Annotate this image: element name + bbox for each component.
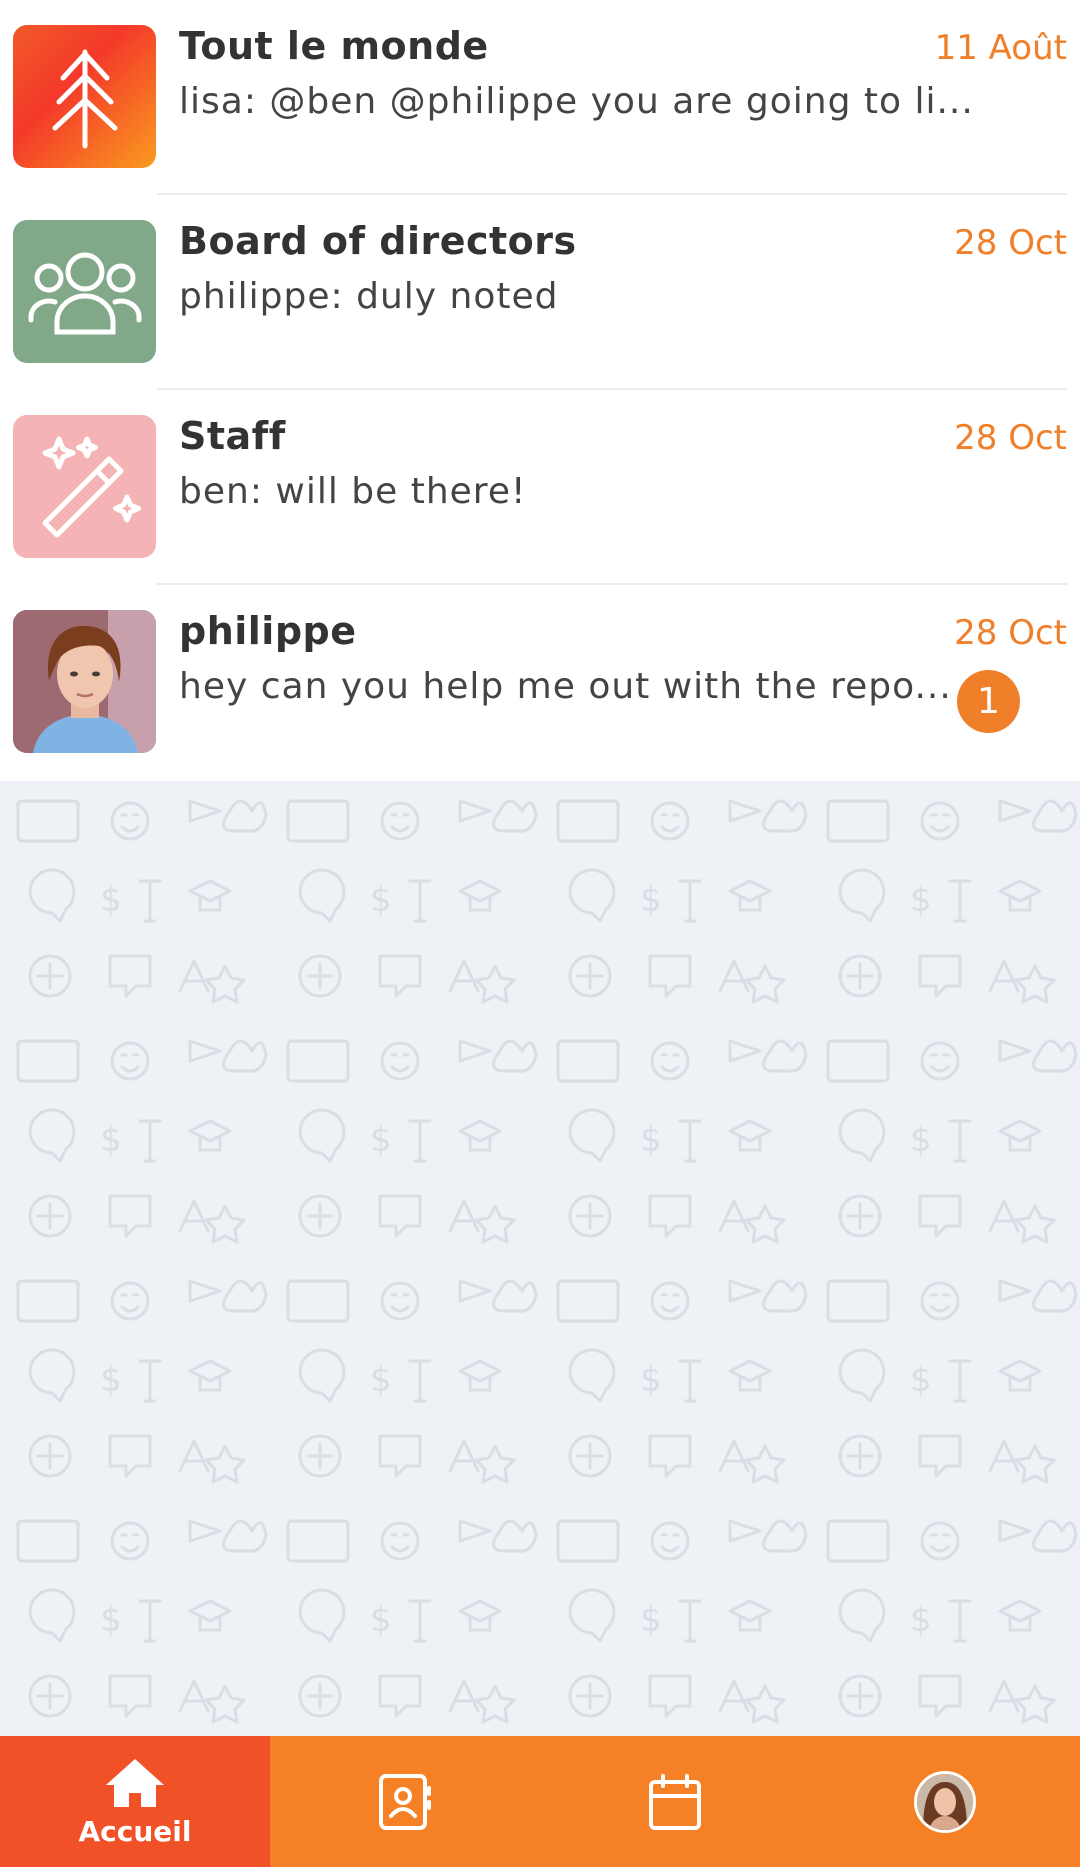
- conversation-item[interactable]: Tout le monde lisa: @ben @philippe you a…: [0, 0, 1080, 195]
- magic-wand-icon: [42, 436, 141, 537]
- last-message-preview: ben: will be there!: [179, 471, 527, 512]
- tab-home[interactable]: Accueil: [0, 1736, 270, 1867]
- last-message-date: 28 Oct: [954, 418, 1067, 458]
- tab-profile[interactable]: [810, 1736, 1080, 1867]
- last-message-date: 28 Oct: [954, 223, 1067, 263]
- profile-avatar: [914, 1770, 976, 1833]
- home-icon: [106, 1759, 164, 1807]
- conversation-item[interactable]: Board of directors philippe: duly noted …: [0, 195, 1080, 390]
- conversation-title: Board of directors: [179, 219, 577, 263]
- conversation-title: Tout le monde: [179, 24, 489, 68]
- group-avatar: [13, 220, 156, 363]
- doodle-pattern: $: [0, 781, 1080, 1736]
- tree-icon: [52, 49, 117, 148]
- conversation-title: Staff: [179, 414, 286, 458]
- group-avatar: [13, 415, 156, 558]
- conversation-title: philippe: [179, 609, 357, 653]
- bottom-tab-bar: Accueil: [0, 1736, 1080, 1867]
- tab-contacts[interactable]: [270, 1736, 540, 1867]
- last-message-preview: philippe: duly noted: [179, 276, 559, 317]
- last-message-preview: hey can you help me out with the repo...: [179, 666, 952, 707]
- last-message-preview: lisa: @ben @philippe you are going to li…: [179, 81, 974, 122]
- calendar-icon: [649, 1773, 701, 1830]
- group-icon: [28, 252, 141, 334]
- conversation-list: Tout le monde lisa: @ben @philippe you a…: [0, 0, 1080, 781]
- last-message-date: 11 Août: [934, 28, 1067, 68]
- chat-wallpaper: $: [0, 781, 1080, 1736]
- user-avatar: [13, 610, 156, 753]
- unread-badge: 1: [957, 670, 1020, 733]
- conversation-item[interactable]: Staff ben: will be there! 28 Oct: [0, 390, 1080, 585]
- contacts-icon: [379, 1773, 431, 1830]
- conversation-item[interactable]: philippe hey can you help me out with th…: [0, 585, 1080, 780]
- user-photo: [13, 610, 156, 753]
- tab-home-label: Accueil: [78, 1815, 192, 1848]
- tab-calendar[interactable]: [540, 1736, 810, 1867]
- group-avatar: [13, 25, 156, 168]
- last-message-date: 28 Oct: [954, 613, 1067, 653]
